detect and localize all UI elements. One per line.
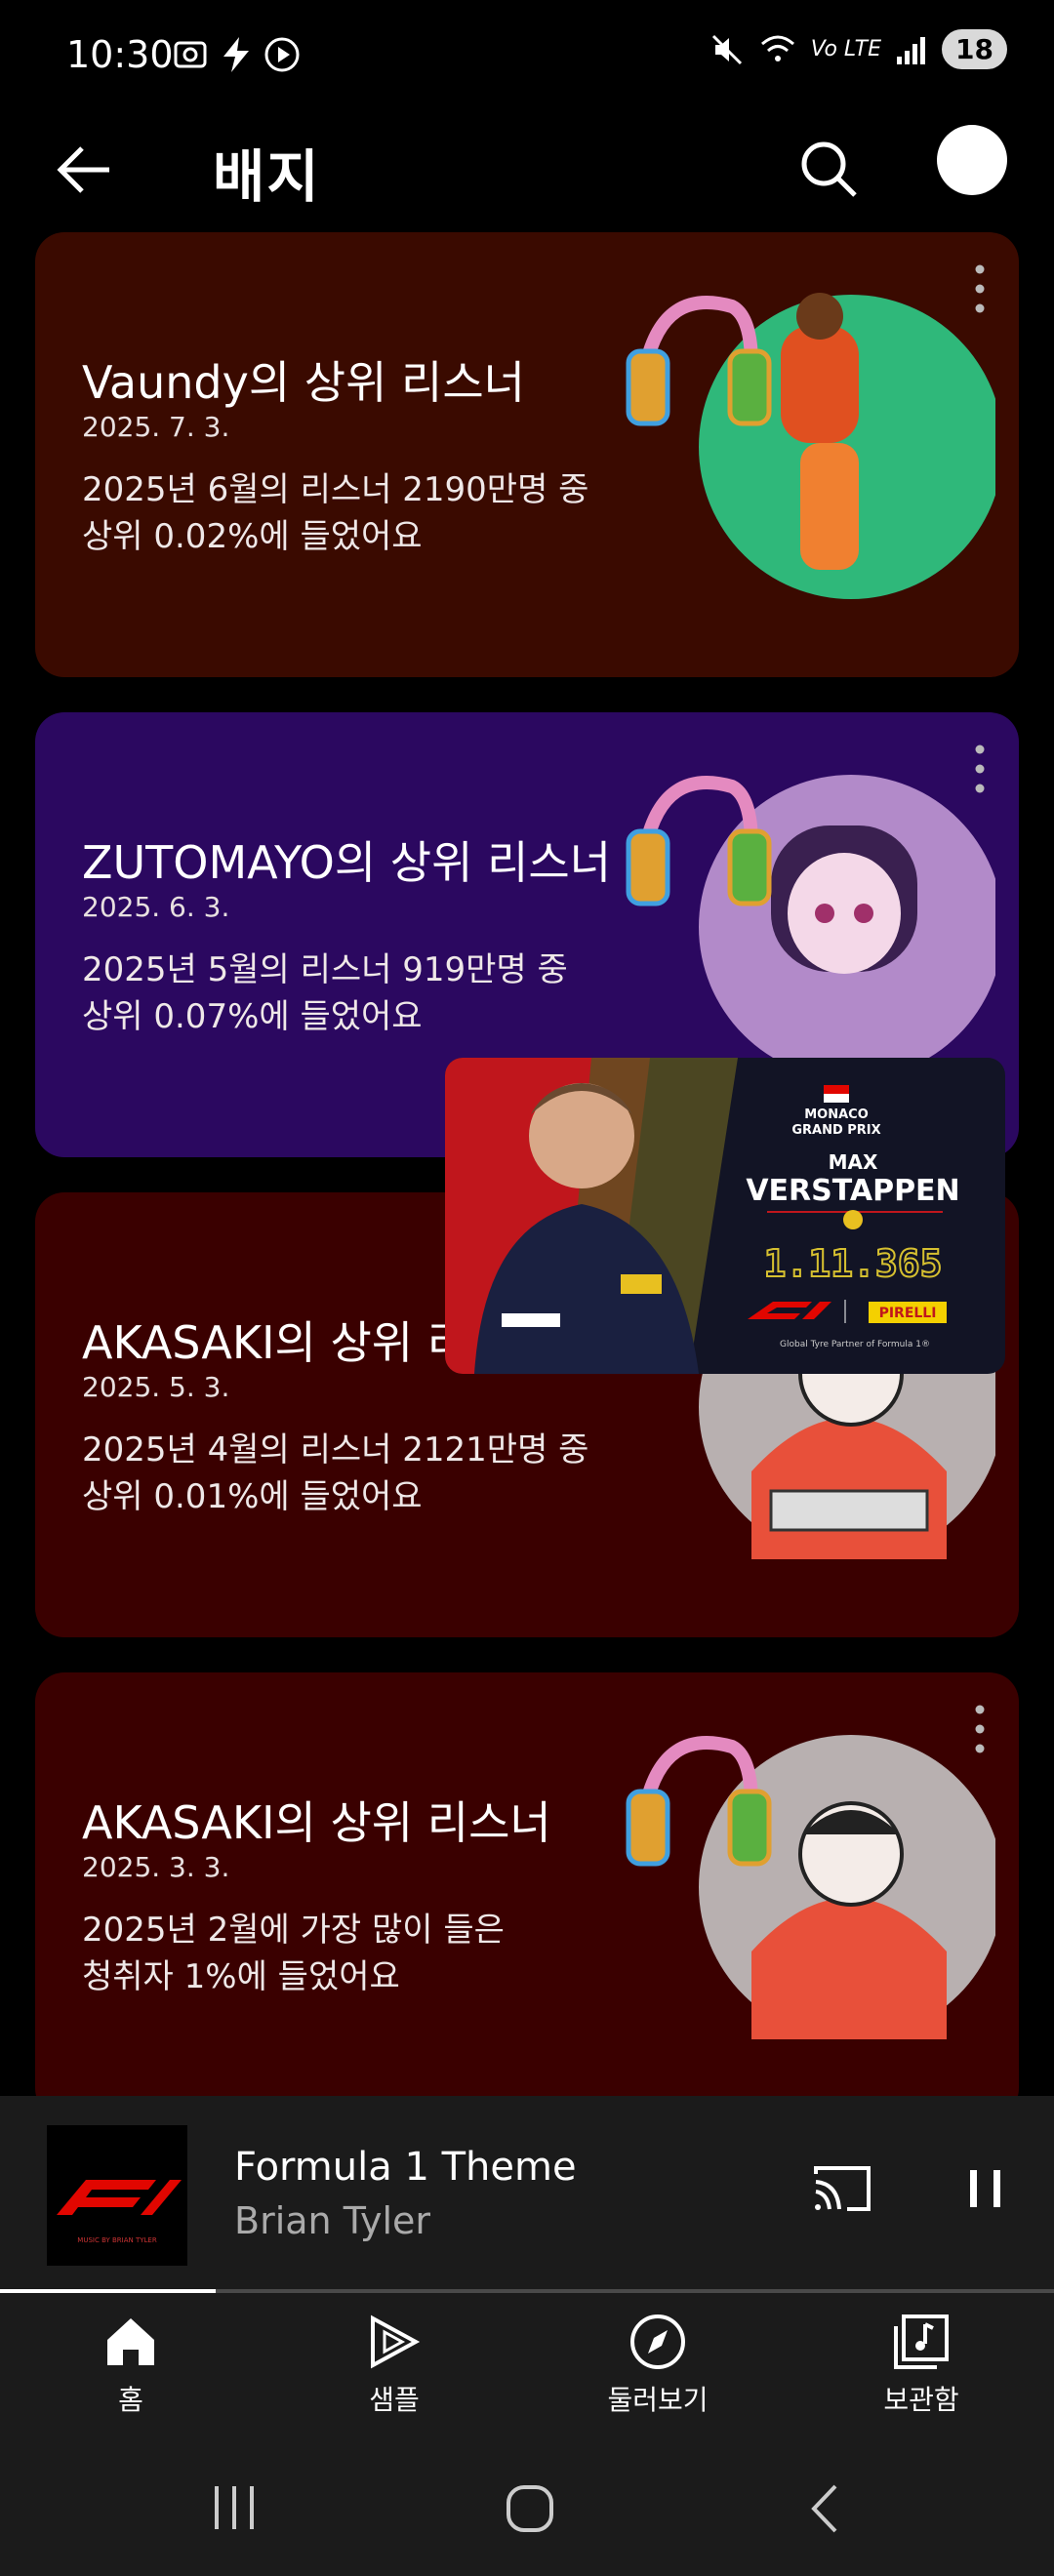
volte-indicator: Vo LTE xyxy=(810,37,882,61)
search-icon xyxy=(801,141,857,197)
promo-event-line2: GRAND PRIX xyxy=(791,1123,880,1138)
battery-level: 18 xyxy=(942,29,1007,69)
album-thumbnail: MUSIC BY BRIAN TYLER xyxy=(47,2125,187,2266)
track-artist: Brian Tyler xyxy=(234,2199,431,2242)
badge-title: Vaundy의 상위 리스너 xyxy=(82,356,525,409)
badge-card[interactable]: Vaundy의 상위 리스너 2025. 7. 3. 2025년 6월의 리스너… xyxy=(35,232,1019,677)
badge-description: 2025년 6월의 리스너 2190만명 중 xyxy=(82,470,589,509)
status-bar: 10:30 Vo LTE 18 xyxy=(0,0,1054,117)
explore-compass-icon xyxy=(630,2314,685,2369)
promo-event-line1: MONACO xyxy=(804,1107,869,1122)
status-time: 10:30 xyxy=(66,33,174,76)
badge-description: 상위 0.01%에 들었어요 xyxy=(82,1477,423,1516)
mini-player[interactable]: MUSIC BY BRIAN TYLER Formula 1 Theme Bri… xyxy=(0,2096,1054,2291)
badge-description: 청취자 1%에 들었어요 xyxy=(82,1957,400,1996)
badge-description: 상위 0.02%에 들었어요 xyxy=(82,517,423,556)
nav-label: 둘러보기 xyxy=(607,2384,709,2416)
nav-label: 샘플 xyxy=(369,2384,420,2416)
badge-description: 2025년 2월에 가장 많이 들은 xyxy=(82,1911,505,1950)
mute-icon xyxy=(711,34,742,64)
app-bar: 배지 xyxy=(0,117,1054,226)
badge-date: 2025. 7. 3. xyxy=(82,411,230,443)
nav-samples[interactable]: 샘플 xyxy=(297,2311,492,2418)
badge-card[interactable]: AKASAKI의 상위 리스너 2025. 3. 3. 2025년 2월에 가장… xyxy=(35,1672,1019,2117)
promo-brand: PIRELLI xyxy=(879,1306,937,1321)
badge-description: 상위 0.07%에 들었어요 xyxy=(82,997,423,1036)
cast-button[interactable] xyxy=(808,2154,876,2223)
badge-date: 2025. 3. 3. xyxy=(82,1851,230,1883)
home-nav-icon[interactable] xyxy=(504,2482,556,2535)
nav-label: 보관함 xyxy=(883,2384,959,2416)
badge-artwork xyxy=(626,293,995,599)
badge-title: ZUTOMAYO의 상위 리스너 xyxy=(82,836,612,889)
track-title: Formula 1 Theme xyxy=(234,2145,577,2190)
nav-home[interactable]: 홈 xyxy=(33,2311,228,2418)
badge-description: 2025년 4월의 리스너 2121만명 중 xyxy=(82,1430,589,1469)
back-nav-icon[interactable] xyxy=(804,2482,847,2535)
badge-title: AKASAKI의 상위 리스너 xyxy=(82,1796,551,1849)
nav-explore[interactable]: 둘러보기 xyxy=(560,2311,755,2418)
nav-library[interactable]: 보관함 xyxy=(824,2311,1019,2418)
badge-date: 2025. 5. 3. xyxy=(82,1371,230,1403)
library-icon xyxy=(894,2314,949,2369)
badge-artwork xyxy=(626,1735,995,2039)
bottom-navigation: 홈 샘플 둘러보기 보관함 xyxy=(0,2293,1054,2439)
page-title: 배지 xyxy=(213,143,321,210)
promo-graphic: MONACO GRAND PRIX MAX VERSTAPPEN 1.11.36… xyxy=(445,1058,1005,1374)
profile-avatar[interactable] xyxy=(937,125,1007,195)
promo-tagline: Global Tyre Partner of Formula 1® xyxy=(780,1340,930,1349)
screenshot-icon xyxy=(174,41,207,68)
pause-button[interactable] xyxy=(956,2154,1015,2223)
system-navigation-bar xyxy=(0,2439,1054,2576)
wifi-icon xyxy=(760,35,794,61)
badge-description: 2025년 5월의 리스너 919만명 중 xyxy=(82,950,568,989)
signal-icon xyxy=(897,36,926,64)
back-button[interactable] xyxy=(47,131,125,209)
album-art: MUSIC BY BRIAN TYLER xyxy=(47,2125,187,2266)
promo-driver-last: VERSTAPPEN xyxy=(746,1174,959,1208)
arrow-left-icon xyxy=(57,146,109,193)
media-play-icon xyxy=(264,37,300,72)
nav-label: 홈 xyxy=(118,2384,143,2416)
samples-play-icon xyxy=(371,2314,421,2369)
recent-apps-icon[interactable] xyxy=(209,2482,262,2533)
cast-icon xyxy=(814,2166,871,2211)
badge-artwork xyxy=(626,775,995,1079)
badge-date: 2025. 6. 3. xyxy=(82,891,230,923)
promo-driver-first: MAX xyxy=(829,1150,878,1174)
badge-title: AKASAKI의 상위 리 xyxy=(82,1316,469,1369)
charging-bolt-icon xyxy=(223,37,249,72)
promo-lap-time: 1.11.365 xyxy=(763,1242,942,1285)
search-button[interactable] xyxy=(790,131,869,209)
pause-icon xyxy=(970,2170,1000,2207)
home-icon xyxy=(107,2318,154,2365)
overlay-promo-banner[interactable]: MONACO GRAND PRIX MAX VERSTAPPEN 1.11.36… xyxy=(445,1058,1005,1374)
album-credit: MUSIC BY BRIAN TYLER xyxy=(77,2236,157,2244)
